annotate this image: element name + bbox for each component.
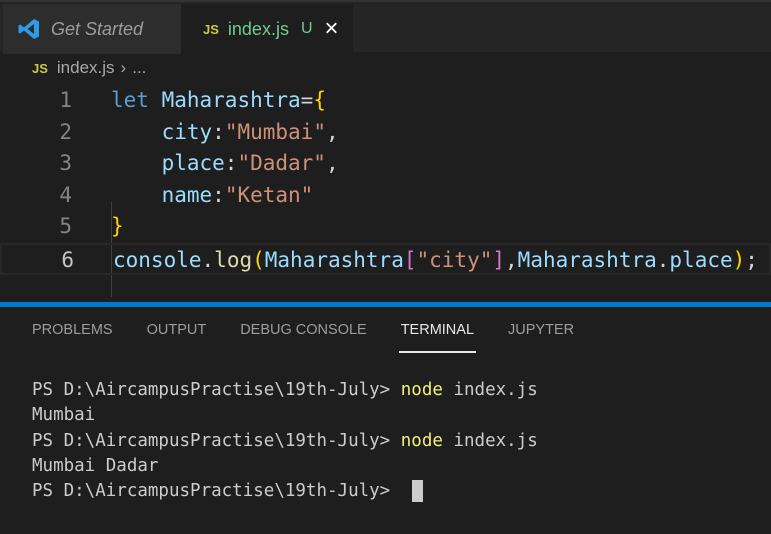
breadcrumb: JS index.js › ... (32, 58, 146, 78)
tab-bar: Get Started JS index.js U × (0, 0, 771, 54)
tab-terminal[interactable]: TERMINAL (398, 322, 477, 354)
tab-debug-console[interactable]: DEBUG CONSOLE (240, 322, 367, 354)
code-line: 1 let Maharashtra={ (59, 88, 326, 112)
tab-problems[interactable]: PROBLEMS (32, 322, 113, 354)
code-line: 5} (59, 214, 124, 239)
terminal-line: PS D:\AircampusPractise\19th-July> node … (32, 430, 538, 451)
tab-label: index.js (227, 18, 289, 39)
terminal-line: Mumbai Dadar (32, 455, 159, 476)
code-line-current: 6 console.log(Maharashtra["city"],Maharas… (0, 242, 771, 275)
js-icon: JS (32, 60, 48, 76)
terminal-line: PS D:\AircampusPractise\19th-July> node … (32, 380, 538, 400)
js-icon: JS (203, 21, 219, 37)
tab-jupyter[interactable]: JUPYTER (508, 322, 574, 354)
tab-label: Get Started (51, 18, 144, 39)
code-line: 3 place:"Dadar", (59, 151, 339, 176)
terminal-cursor (411, 480, 423, 503)
panel-sash[interactable] (0, 302, 771, 307)
terminal-line: PS D:\AircampusPractise\19th-July> (32, 479, 538, 504)
vscode-logo-icon (18, 19, 39, 39)
close-icon[interactable]: × (325, 15, 339, 43)
untracked-badge: U (300, 20, 313, 37)
code-line: 4 name:"Ketan" (59, 182, 314, 207)
tab-output[interactable]: OUTPUT (147, 322, 207, 354)
terminal-line: Mumbai (32, 405, 96, 426)
terminal[interactable]: PS D:\AircampusPractise\19th-July> node … (32, 378, 538, 504)
breadcrumb-more[interactable]: ... (132, 58, 146, 78)
chevron-right-icon: › (120, 58, 127, 77)
panel-tabs: PROBLEMS OUTPUT DEBUG CONSOLE TERMINAL J… (32, 322, 608, 354)
code-editor[interactable]: 1 let Maharashtra={ 2 city:"Mumbai", 3 pl… (0, 85, 771, 297)
breadcrumb-file[interactable]: index.js (57, 58, 115, 78)
tab-get-started[interactable]: Get Started (3, 4, 181, 54)
code-line: 2 city:"Mumbai", (59, 119, 339, 144)
tab-index-js[interactable]: JS index.js U × (181, 4, 353, 54)
